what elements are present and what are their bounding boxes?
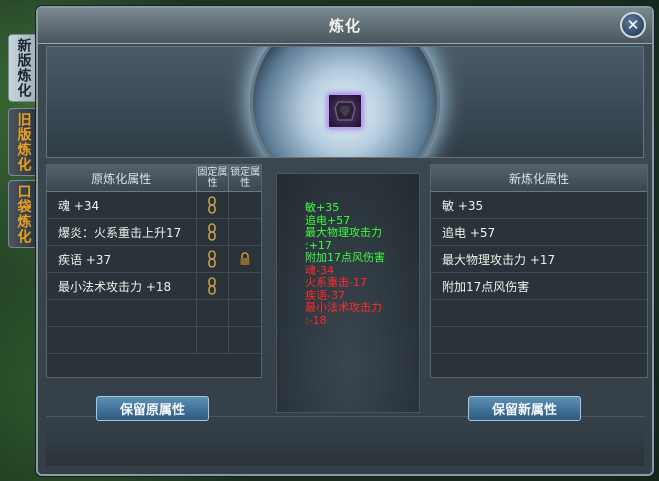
table-row [431, 300, 647, 327]
lock-icon [240, 252, 250, 265]
preview-line: 火系重击-17 [305, 276, 367, 289]
lock-toggle [228, 300, 261, 326]
item-slot[interactable] [327, 93, 363, 129]
original-attributes-header: 原炼化属性 [91, 171, 152, 186]
new-attributes-panel: 新炼化属性 敏 +35 追电 +57 最大物理攻击力 +17 附加17点风伤害 [430, 164, 648, 378]
tab-pocket-refine-label: 口袋炼化 [15, 184, 32, 244]
attribute-text: 追电 +57 [442, 225, 496, 240]
preview-line: :-18 [305, 313, 327, 327]
lock-toggle [228, 327, 261, 353]
attribute-text [47, 327, 196, 353]
attribute-text: 附加17点风伤害 [442, 279, 530, 294]
keep-new-button[interactable]: 保留新属性 [468, 396, 581, 421]
preview-line: 最小法术攻击力 [305, 301, 382, 314]
lock-toggle[interactable] [228, 273, 261, 299]
refine-preview: 敏+35 追电+57 最大物理攻击力 :+17 附加17点风伤害 魂-34 火系… [276, 173, 420, 413]
attribute-text: 敏 +35 [442, 198, 484, 213]
new-attributes-header: 新炼化属性 [431, 165, 647, 192]
fix-toggle[interactable] [195, 246, 229, 272]
fix-toggle[interactable] [195, 273, 229, 299]
lock-toggle[interactable] [228, 192, 261, 218]
original-attributes-panel: 原炼化属性 固定属性 锁定属性 魂 +34 爆炎：火系重击上升17 疾语 +37… [46, 164, 262, 378]
attribute-text: 疾语 +37 [58, 252, 112, 267]
table-row: 敏 +35 [431, 192, 647, 219]
attribute-text [431, 327, 647, 353]
chain-icon [208, 250, 217, 268]
table-row: 附加17点风伤害 [431, 273, 647, 300]
chain-icon [208, 277, 217, 295]
fix-toggle[interactable] [195, 219, 229, 245]
preview-line: 敏+35 [305, 201, 340, 214]
attribute-text [431, 300, 647, 326]
lock-toggle[interactable] [228, 246, 261, 272]
table-row: 最大物理攻击力 +17 [431, 246, 647, 273]
window-title: 炼化 [328, 17, 361, 35]
table-row[interactable]: 疾语 +37 [47, 246, 261, 273]
fix-toggle [195, 327, 229, 353]
locked-attribute-header: 锁定属性 [228, 165, 261, 191]
table-row[interactable]: 最小法术攻击力 +18 [47, 273, 261, 300]
preview-line: 附加17点风伤害 [305, 251, 385, 264]
original-attributes-header-row: 原炼化属性 固定属性 锁定属性 [47, 165, 261, 192]
fix-toggle[interactable] [195, 192, 229, 218]
keep-original-button[interactable]: 保留原属性 [96, 396, 209, 421]
close-icon[interactable]: ✕ [620, 12, 646, 38]
title-bar[interactable]: 炼化 ✕ [38, 8, 652, 44]
fix-toggle [195, 300, 229, 326]
attribute-text: 最小法术攻击力 +18 [58, 279, 172, 294]
preview-line: 最大物理攻击力 [305, 226, 382, 239]
tab-pocket-refine[interactable]: 口袋炼化 [8, 180, 38, 248]
table-row [47, 327, 261, 354]
table-row [47, 300, 261, 327]
chain-icon [208, 196, 217, 214]
attribute-text [47, 300, 196, 326]
chain-icon [208, 223, 217, 241]
lock-toggle[interactable] [228, 219, 261, 245]
table-row[interactable]: 爆炎：火系重击上升17 [47, 219, 261, 246]
table-row: 追电 +57 [431, 219, 647, 246]
button-strip [46, 416, 644, 466]
attribute-text: 魂 +34 [58, 198, 100, 213]
refine-banner [46, 46, 644, 158]
tab-old-refine-label: 旧版炼化 [15, 112, 32, 172]
fixed-attribute-header: 固定属性 [195, 165, 228, 191]
tab-new-refine[interactable]: 新版炼化 [8, 34, 38, 102]
refine-window: 炼化 ✕ 原炼化属性 固定属性 锁定属性 魂 +34 爆炎：火系重击上升17 疾… [36, 6, 654, 476]
table-row[interactable]: 魂 +34 [47, 192, 261, 219]
tab-old-refine[interactable]: 旧版炼化 [8, 108, 38, 176]
attribute-text: 最大物理攻击力 +17 [442, 252, 556, 267]
tab-new-refine-label: 新版炼化 [15, 38, 32, 98]
armor-icon [334, 101, 356, 121]
table-row [431, 327, 647, 354]
attribute-text: 爆炎：火系重击上升17 [58, 225, 182, 240]
